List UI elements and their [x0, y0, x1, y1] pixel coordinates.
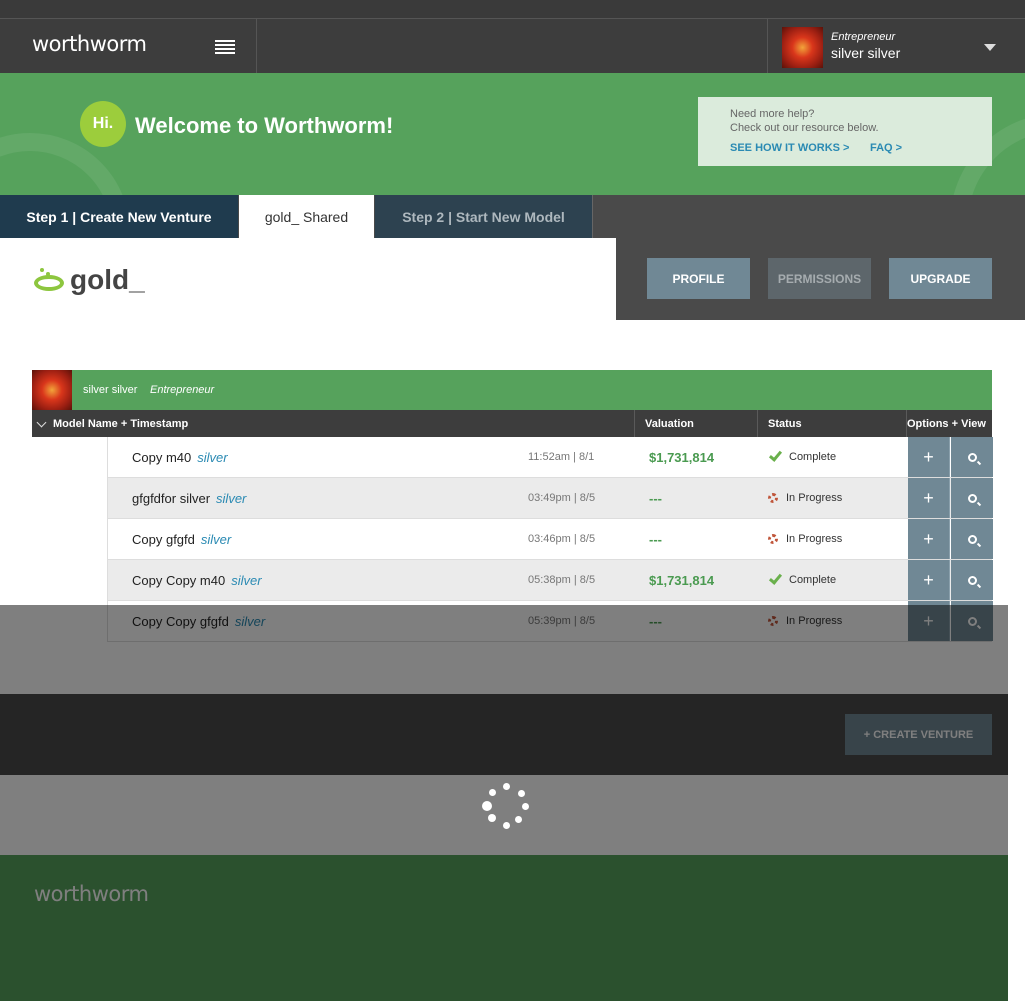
model-timestamp: 05:38pm | 8/5	[528, 574, 596, 586]
search-icon	[967, 452, 977, 462]
view-button[interactable]	[951, 560, 993, 600]
model-timestamp: 11:52am | 8/1	[528, 451, 595, 463]
model-name[interactable]: gfgfdfor silver silver	[132, 491, 246, 506]
table-row[interactable]: Copy gfgfd silver 03:46pm | 8/5 --- In Pr…	[107, 519, 993, 560]
table-row[interactable]: gfgfdfor silver silver 03:49pm | 8/5 --- …	[107, 478, 993, 519]
worm-logo-icon	[32, 266, 66, 294]
menu-button[interactable]	[194, 19, 257, 74]
hi-badge: Hi.	[80, 101, 126, 147]
upgrade-button[interactable]: UPGRADE	[889, 258, 992, 299]
search-icon	[967, 575, 977, 585]
add-button[interactable]: +	[908, 519, 950, 559]
column-header-status: Status	[768, 417, 802, 430]
model-status: Complete	[768, 448, 836, 463]
gears-icon	[768, 534, 778, 544]
model-name[interactable]: Copy m40 silver	[132, 450, 228, 465]
help-box: Need more help? Check out our resource b…	[698, 97, 992, 166]
top-navbar: worthworm Entrepreneur silver silver	[0, 18, 1025, 74]
logo[interactable]: worthworm	[32, 32, 147, 56]
column-header-options: Options + View	[907, 417, 986, 430]
add-button[interactable]: +	[908, 437, 950, 477]
check-icon	[768, 448, 783, 462]
column-header-model[interactable]: Model Name + Timestamp	[32, 410, 188, 437]
welcome-banner: Hi. Welcome to Worthworm! Need more help…	[0, 73, 1025, 195]
gears-icon	[768, 493, 778, 503]
tab-create-venture[interactable]: Step 1 | Create New Venture	[0, 195, 238, 238]
model-status: Complete	[768, 571, 836, 586]
divider	[592, 195, 593, 238]
model-owner: silver	[197, 450, 228, 465]
model-timestamp: 03:49pm | 8/5	[528, 492, 596, 504]
table-header: Model Name + Timestamp Valuation Status …	[32, 410, 992, 437]
help-text: Check out our resource below.	[730, 122, 879, 134]
model-valuation: $1,731,814	[649, 573, 715, 588]
chevron-down-icon[interactable]	[36, 417, 47, 427]
owner-name: silver silver	[83, 384, 138, 396]
tab-venture-shared[interactable]: gold_ Shared	[239, 195, 374, 238]
help-text: Need more help?	[730, 108, 815, 120]
owner-bar: silver silver Entrepreneur	[32, 370, 992, 410]
top-strip	[0, 0, 1025, 18]
venture-name: gold_	[70, 264, 145, 295]
venture-title: gold_	[32, 264, 145, 296]
search-icon	[967, 534, 977, 544]
user-menu[interactable]: Entrepreneur silver silver	[767, 19, 1025, 74]
owner-role: Entrepreneur	[150, 384, 215, 396]
model-owner: silver	[200, 532, 232, 547]
user-name: silver silver	[831, 45, 901, 61]
step-tabs: Step 1 | Create New Venture gold_ Shared…	[0, 195, 1025, 238]
view-button[interactable]	[951, 437, 993, 477]
model-status: In Progress	[768, 492, 842, 504]
model-valuation: $1,731,814	[649, 450, 715, 465]
avatar	[782, 27, 823, 68]
how-it-works-link[interactable]: SEE HOW IT WORKS >	[730, 142, 849, 154]
profile-button[interactable]: PROFILE	[647, 258, 750, 299]
list-icon	[215, 39, 235, 54]
divider	[757, 410, 758, 437]
check-icon	[768, 571, 783, 585]
avatar	[32, 370, 72, 410]
faq-link[interactable]: FAQ >	[870, 142, 902, 154]
table-row[interactable]: Copy m40 silver 11:52am | 8/1 $1,731,814 …	[107, 437, 993, 478]
model-timestamp: 03:46pm | 8/5	[528, 533, 596, 545]
add-button[interactable]: +	[908, 560, 950, 600]
permissions-button[interactable]: PERMISSIONS	[768, 258, 871, 299]
venture-actions: PROFILE PERMISSIONS UPGRADE	[616, 238, 1025, 320]
model-valuation: ---	[649, 491, 662, 506]
chevron-down-icon[interactable]	[984, 44, 996, 51]
model-valuation: ---	[649, 532, 662, 547]
model-owner: silver	[216, 491, 247, 506]
table-row[interactable]: Copy Copy m40 silver 05:38pm | 8/5 $1,731…	[107, 560, 993, 601]
column-header-valuation: Valuation	[645, 417, 694, 430]
add-button[interactable]: +	[908, 478, 950, 518]
view-button[interactable]	[951, 478, 993, 518]
search-icon	[967, 493, 977, 503]
model-owner: silver	[231, 573, 262, 588]
view-button[interactable]	[951, 519, 993, 559]
user-role: Entrepreneur	[831, 31, 896, 43]
model-name[interactable]: Copy Copy m40 silver	[132, 573, 262, 588]
model-name[interactable]: Copy gfgfd silver	[132, 532, 231, 547]
model-status: In Progress	[768, 533, 842, 545]
loading-spinner-icon	[482, 782, 530, 830]
tab-start-new-model[interactable]: Step 2 | Start New Model	[375, 195, 592, 238]
welcome-heading: Welcome to Worthworm!	[135, 113, 394, 138]
divider	[634, 410, 635, 437]
